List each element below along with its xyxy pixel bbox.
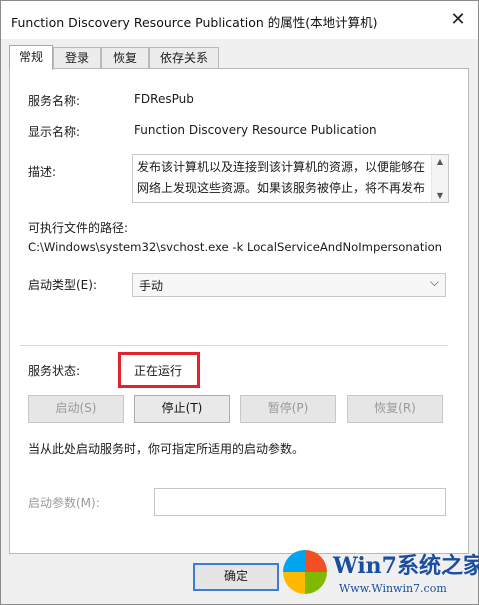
- tab-recovery[interactable]: 恢复: [101, 47, 149, 69]
- watermark-url: Www.Winwin7.com: [339, 582, 447, 595]
- description-label: 描述:: [28, 165, 57, 179]
- description-text: 发布该计算机以及连接到该计算机的资源，以便能够在网络上发现这些资源。如果该服务被…: [137, 160, 426, 195]
- properties-dialog: Function Discovery Resource Publication …: [0, 0, 479, 605]
- exe-path-label: 可执行文件的路径:: [28, 221, 129, 235]
- startup-type-label: 启动类型(E):: [28, 278, 97, 292]
- ok-button[interactable]: 确定: [193, 563, 279, 591]
- tab-general[interactable]: 常规: [9, 45, 53, 70]
- start-params-note: 当从此处启动服务时，你可指定所适用的启动参数。: [28, 442, 305, 456]
- watermark-logo: Win7系统之家 Www.Winwin7.com: [277, 546, 479, 604]
- close-icon[interactable]: ✕: [444, 6, 472, 34]
- start-button[interactable]: 启动(S): [28, 395, 124, 423]
- start-params-input[interactable]: [154, 488, 446, 516]
- display-name-field[interactable]: Function Discovery Resource Publication: [134, 123, 377, 137]
- resume-button[interactable]: 恢复(R): [347, 395, 443, 423]
- description-scrollbar[interactable]: ▲ ▼: [431, 155, 448, 202]
- watermark-brand: Win7系统之家: [333, 553, 479, 579]
- service-status-label: 服务状态:: [28, 364, 81, 378]
- scroll-down-icon[interactable]: ▼: [432, 191, 448, 200]
- description-box[interactable]: 发布该计算机以及连接到该计算机的资源，以便能够在网络上发现这些资源。如果该服务被…: [132, 154, 449, 203]
- startup-type-dropdown[interactable]: 手动 ⌵: [132, 273, 446, 297]
- tab-dependencies[interactable]: 依存关系: [149, 47, 219, 69]
- general-tab-panel: 服务名称: FDResPub 显示名称: Function Discovery …: [9, 68, 469, 554]
- exe-path-value: C:\Windows\system32\svchost.exe -k Local…: [28, 240, 443, 254]
- service-name-label: 服务名称:: [28, 94, 81, 108]
- service-status-value: 正在运行: [134, 364, 183, 378]
- tab-logon[interactable]: 登录: [53, 47, 101, 69]
- divider: [20, 345, 448, 346]
- service-name-value: FDResPub: [134, 92, 194, 106]
- scroll-up-icon[interactable]: ▲: [432, 157, 448, 166]
- chevron-down-icon: ⌵: [429, 275, 439, 289]
- stop-button[interactable]: 停止(T): [134, 395, 230, 423]
- pause-button[interactable]: 暂停(P): [240, 395, 336, 423]
- start-params-label: 启动参数(M):: [28, 496, 100, 510]
- title-bar: Function Discovery Resource Publication …: [1, 1, 478, 39]
- window-title: Function Discovery Resource Publication …: [11, 15, 378, 30]
- windows-logo-icon: [283, 550, 327, 594]
- display-name-label: 显示名称:: [28, 125, 81, 139]
- startup-type-value: 手动: [139, 279, 164, 293]
